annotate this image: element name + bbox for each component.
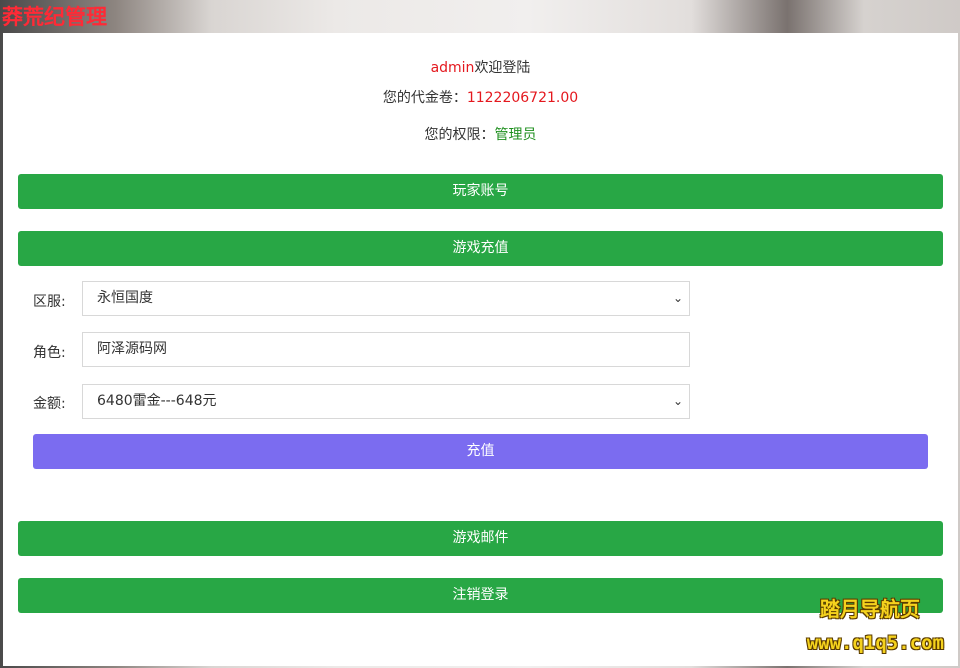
watermark-url: www.q1q5.com — [806, 632, 944, 654]
server-label: 区服: — [33, 294, 66, 310]
role-input[interactable]: 阿泽源码网 — [82, 332, 690, 367]
role-label: 您的权限： — [424, 127, 495, 143]
role-line: 您的权限：管理员 — [3, 124, 958, 144]
greeting-text: 欢迎登陆 — [474, 60, 531, 76]
main-panel: admin欢迎登陆 您的代金卷：1122206721.00 您的权限：管理员 玩… — [3, 33, 958, 666]
role-value: 管理员 — [494, 127, 537, 143]
amount-label: 金额: — [33, 396, 66, 412]
chevron-down-icon: ⌄ — [672, 291, 683, 305]
username: admin — [430, 60, 475, 76]
game-mail-button[interactable]: 游戏邮件 — [18, 521, 943, 556]
amount-select[interactable]: 6480雷金---648元 ⌄ — [82, 384, 690, 419]
voucher-value: 1122206721.00 — [466, 90, 579, 106]
amount-select-value: 6480雷金---648元 — [97, 393, 217, 409]
voucher-line: 您的代金卷：1122206721.00 — [3, 87, 958, 107]
game-recharge-button[interactable]: 游戏充值 — [18, 231, 943, 266]
server-select[interactable]: 永恒国度 ⌄ — [82, 281, 690, 316]
chevron-down-icon: ⌄ — [672, 394, 683, 408]
server-select-value: 永恒国度 — [97, 290, 153, 306]
role-field-label: 角色: — [33, 345, 66, 361]
watermark-title: 踏月导航页 — [820, 597, 920, 621]
logout-button[interactable]: 注销登录 — [18, 578, 943, 613]
welcome-line: admin欢迎登陆 — [3, 57, 958, 77]
site-title: 莽荒纪管理 — [2, 5, 107, 29]
player-accounts-button[interactable]: 玩家账号 — [18, 174, 943, 209]
voucher-label: 您的代金卷： — [382, 90, 467, 106]
recharge-submit-button[interactable]: 充值 — [33, 434, 928, 469]
